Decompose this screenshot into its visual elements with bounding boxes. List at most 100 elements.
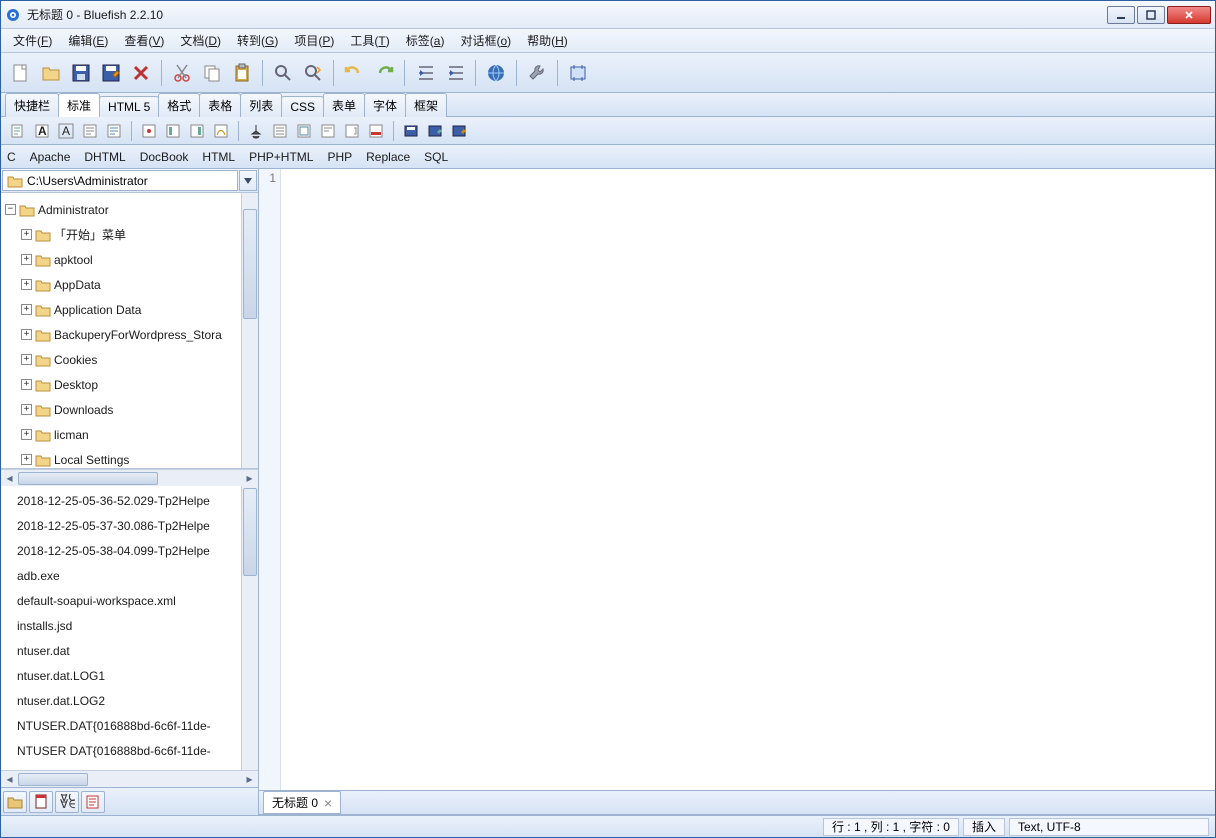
toolbox-tab[interactable]: 字体 <box>364 93 406 117</box>
toolbox-tab[interactable]: 列表 <box>240 93 282 117</box>
toolbox-button-11[interactable] <box>293 120 315 142</box>
file-item[interactable]: 2018-12-25-05-36-52.029-Tp2Helpe <box>3 488 239 513</box>
save-button[interactable] <box>67 59 95 87</box>
menu-e[interactable]: 编辑(E) <box>62 30 114 51</box>
undo-button[interactable] <box>340 59 368 87</box>
expand-icon[interactable]: + <box>21 379 32 390</box>
tree-item[interactable]: +Cookies <box>3 347 239 372</box>
toolbox-button-6[interactable] <box>162 120 184 142</box>
path-field[interactable]: C:\Users\Administrator <box>2 170 238 191</box>
file-item[interactable]: ntuser.dat.LOG1 <box>3 663 239 688</box>
toolbox-button-4[interactable] <box>103 120 125 142</box>
toolbox-button-0[interactable] <box>7 120 29 142</box>
toolbox-button-14[interactable] <box>365 120 387 142</box>
toolbox-tab[interactable]: 格式 <box>158 93 200 117</box>
expand-icon[interactable]: + <box>21 354 32 365</box>
tree-vscrollbar[interactable] <box>241 193 258 468</box>
toolbox-button-13[interactable] <box>341 120 363 142</box>
lang-php[interactable]: PHP <box>327 150 352 164</box>
expand-icon[interactable]: + <box>21 429 32 440</box>
toolbox-tab[interactable]: HTML 5 <box>99 96 159 117</box>
menu-g[interactable]: 转到(G) <box>231 30 284 51</box>
menu-f[interactable]: 文件(F) <box>7 30 58 51</box>
scroll-left-button[interactable]: ◂ <box>1 772 18 787</box>
expand-icon[interactable]: + <box>21 279 32 290</box>
expand-icon[interactable]: + <box>21 254 32 265</box>
toolbox-button-8[interactable] <box>210 120 232 142</box>
menu-v[interactable]: 查看(V) <box>118 30 170 51</box>
menu-t[interactable]: 工具(T) <box>344 30 395 51</box>
code-textarea[interactable] <box>281 169 1215 790</box>
status-insert-mode[interactable]: 插入 <box>963 818 1005 836</box>
tree-item[interactable]: +AppData <box>3 272 239 297</box>
scroll-right-button[interactable]: ▸ <box>241 772 258 787</box>
scrollbar-thumb[interactable] <box>243 209 257 319</box>
toolbox-button-2[interactable]: A <box>55 120 77 142</box>
file-item[interactable]: adb.exe <box>3 563 239 588</box>
unindent-button[interactable] <box>411 59 439 87</box>
tree-hscrollbar[interactable]: ◂ ▸ <box>1 469 258 486</box>
fullscreen-button[interactable] <box>564 59 592 87</box>
file-item[interactable]: 2018-12-25-05-38-04.099-Tp2Helpe <box>3 538 239 563</box>
collapse-icon[interactable]: − <box>5 204 16 215</box>
scrollbar-thumb[interactable] <box>243 488 257 576</box>
lang-c[interactable]: C <box>7 150 16 164</box>
toolbox-tab[interactable]: 框架 <box>405 93 447 117</box>
scrollbar-thumb[interactable] <box>18 773 88 786</box>
tree-item[interactable]: −Administrator <box>3 197 239 222</box>
tree-item[interactable]: +Desktop <box>3 372 239 397</box>
toolbox-tab[interactable]: 表单 <box>323 93 365 117</box>
copy-button[interactable] <box>198 59 226 87</box>
cut-button[interactable] <box>168 59 196 87</box>
toolbox-button-7[interactable] <box>186 120 208 142</box>
tree-item[interactable]: +「开始」菜单 <box>3 222 239 247</box>
tools-button[interactable] <box>523 59 551 87</box>
file-item[interactable]: installs.jsd <box>3 613 239 638</box>
lang-apache[interactable]: Apache <box>30 150 71 164</box>
bookmarks-button[interactable] <box>29 791 53 813</box>
open-button[interactable] <box>37 59 65 87</box>
web-button[interactable] <box>482 59 510 87</box>
filelist-hscrollbar[interactable]: ◂ ▸ <box>1 770 258 787</box>
lang-html[interactable]: HTML <box>202 150 235 164</box>
scroll-left-button[interactable]: ◂ <box>1 471 18 486</box>
new-button[interactable] <box>7 59 35 87</box>
toolbox-tab[interactable]: 快捷栏 <box>5 93 59 117</box>
toolbox-button-16[interactable] <box>424 120 446 142</box>
toolbox-button-10[interactable] <box>269 120 291 142</box>
file-item[interactable]: ntuser.dat.LOG2 <box>3 688 239 713</box>
tree-item[interactable]: +Local Settings <box>3 447 239 468</box>
lang-replace[interactable]: Replace <box>366 150 410 164</box>
scrollbar-track[interactable] <box>18 471 241 486</box>
document-tab[interactable]: 无标题 0 × <box>263 791 341 814</box>
indent-button[interactable] <box>441 59 469 87</box>
maximize-button[interactable] <box>1137 6 1165 24</box>
toolbox-tab[interactable]: CSS <box>281 96 324 117</box>
scroll-right-button[interactable]: ▸ <box>241 471 258 486</box>
menu-h[interactable]: 帮助(H) <box>521 30 574 51</box>
close-button[interactable] <box>127 59 155 87</box>
toolbox-button-17[interactable] <box>448 120 470 142</box>
tree-item[interactable]: +BackuperyForWordpress_Stora <box>3 322 239 347</box>
status-encoding[interactable]: Text, UTF-8 <box>1009 818 1209 836</box>
file-item[interactable]: NTUSER.DAT{016888bd-6c6f-11de- <box>3 713 239 738</box>
menu-a[interactable]: 标签(a) <box>400 30 451 51</box>
file-item[interactable]: NTUSER DAT{016888bd-6c6f-11de- <box>3 738 239 763</box>
toolbox-button-1[interactable]: A <box>31 120 53 142</box>
menu-d[interactable]: 文档(D) <box>174 30 227 51</box>
expand-icon[interactable]: + <box>21 329 32 340</box>
file-list[interactable]: 2018-12-25-05-36-52.029-Tp2Helpe 2018-12-… <box>1 486 241 770</box>
expand-icon[interactable]: + <box>21 404 32 415</box>
expand-icon[interactable]: + <box>21 304 32 315</box>
toolbox-tab[interactable]: 标准 <box>58 93 100 117</box>
close-tab-icon[interactable]: × <box>324 797 332 809</box>
tree-item[interactable]: +licman <box>3 422 239 447</box>
tree-item[interactable]: +Downloads <box>3 397 239 422</box>
minimize-button[interactable] <box>1107 6 1135 24</box>
folder-tree[interactable]: −Administrator+「开始」菜单+apktool+AppData+Ap… <box>1 193 241 468</box>
redo-button[interactable] <box>370 59 398 87</box>
tree-item[interactable]: +apktool <box>3 247 239 272</box>
saveas-button[interactable] <box>97 59 125 87</box>
charmap-button[interactable]: ∀C∀∈ <box>55 791 79 813</box>
lang-php+html[interactable]: PHP+HTML <box>249 150 313 164</box>
